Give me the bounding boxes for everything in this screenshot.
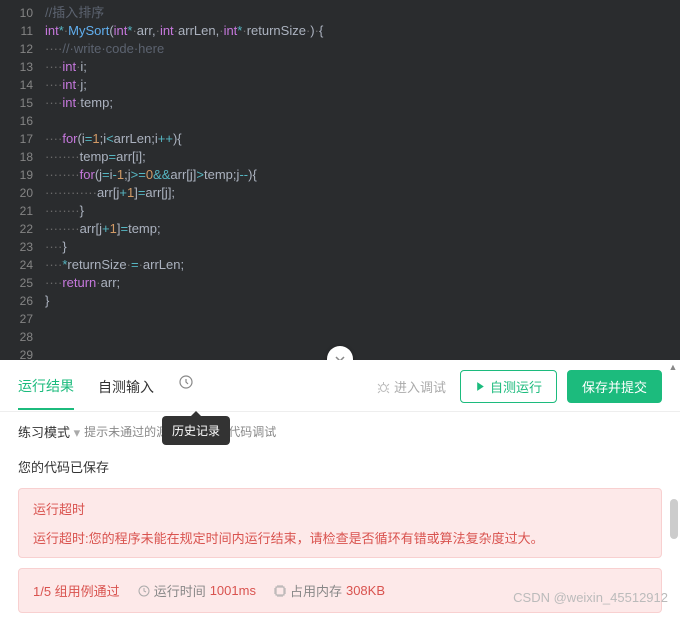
code-line[interactable]: 27 bbox=[0, 310, 680, 328]
line-number: 28 bbox=[0, 328, 45, 346]
saved-message: 您的代码已保存 bbox=[0, 451, 680, 488]
line-number: 23 bbox=[0, 238, 45, 256]
error-panel: 运行超时 运行超时:您的程序未能在规定时间内运行结束，请检查是否循环有错或算法复… bbox=[18, 488, 662, 558]
line-number: 20 bbox=[0, 184, 45, 202]
code-line[interactable]: 21········} bbox=[0, 202, 680, 220]
line-code[interactable]: ········} bbox=[45, 202, 84, 220]
line-code[interactable]: ········temp=arr[i]; bbox=[45, 148, 146, 166]
pass-rate: 1/5 组用例通过 bbox=[33, 581, 120, 600]
line-code[interactable]: ········for(j=i-1;j>=0&&arr[j]>temp;j--)… bbox=[45, 166, 257, 184]
chevron-down-icon bbox=[334, 353, 346, 360]
code-line[interactable]: 13····int·i; bbox=[0, 58, 680, 76]
line-code[interactable]: ····for(i=1;i<arrLen;i++){ bbox=[45, 130, 182, 148]
selftest-run-button[interactable]: 自测运行 bbox=[460, 370, 557, 403]
clock-icon bbox=[138, 585, 150, 597]
line-code[interactable]: ····} bbox=[45, 238, 67, 256]
enter-debug-link[interactable]: 进入调试 bbox=[377, 377, 446, 396]
line-code[interactable]: int*·MySort(int*·arr,·int·arrLen,·int*·r… bbox=[45, 22, 323, 40]
memory-stat: 占用内存 308KB bbox=[274, 581, 385, 600]
line-number: 15 bbox=[0, 94, 45, 112]
line-code[interactable]: ····return·arr; bbox=[45, 274, 120, 292]
tab-result[interactable]: 运行结果 bbox=[18, 372, 74, 410]
line-code[interactable]: ····int·i; bbox=[45, 58, 87, 76]
code-line[interactable]: 20············arr[j+1]=arr[j]; bbox=[0, 184, 680, 202]
line-number: 25 bbox=[0, 274, 45, 292]
line-number: 18 bbox=[0, 148, 45, 166]
memory-icon bbox=[274, 585, 286, 597]
code-line[interactable]: 17····for(i=1;i<arrLen;i++){ bbox=[0, 130, 680, 148]
line-number: 11 bbox=[0, 22, 45, 40]
code-line[interactable]: 16 bbox=[0, 112, 680, 130]
line-number: 21 bbox=[0, 202, 45, 220]
code-line[interactable]: 22········arr[j+1]=temp; bbox=[0, 220, 680, 238]
line-number: 24 bbox=[0, 256, 45, 274]
line-code[interactable]: } bbox=[45, 292, 49, 310]
line-number: 26 bbox=[0, 292, 45, 310]
history-tooltip: 历史记录 bbox=[162, 416, 230, 445]
line-number: 22 bbox=[0, 220, 45, 238]
line-number: 12 bbox=[0, 40, 45, 58]
code-line[interactable]: 26} bbox=[0, 292, 680, 310]
line-code[interactable]: ············arr[j+1]=arr[j]; bbox=[45, 184, 175, 202]
tab-bar: 运行结果 自测输入 进入调试 自测运行 保存并提交 bbox=[0, 360, 680, 412]
code-line[interactable]: 11int*·MySort(int*·arr,·int·arrLen,·int*… bbox=[0, 22, 680, 40]
code-line[interactable]: 28 bbox=[0, 328, 680, 346]
line-code[interactable]: ····int·j; bbox=[45, 76, 87, 94]
line-number: 17 bbox=[0, 130, 45, 148]
code-line[interactable]: 14····int·j; bbox=[0, 76, 680, 94]
line-number: 29 bbox=[0, 346, 45, 360]
line-number: 27 bbox=[0, 310, 45, 328]
code-line[interactable]: 12····//·write·code·here bbox=[0, 40, 680, 58]
scrollbar-thumb[interactable] bbox=[670, 499, 678, 539]
code-line[interactable]: 15····int·temp; bbox=[0, 94, 680, 112]
watermark: CSDN @weixin_45512912 bbox=[513, 590, 668, 605]
line-number: 14 bbox=[0, 76, 45, 94]
play-icon bbox=[475, 381, 486, 392]
error-message: 运行超时:您的程序未能在规定时间内运行结束，请检查是否循环有错或算法复杂度过大。 bbox=[33, 528, 647, 547]
code-line[interactable]: 25····return·arr; bbox=[0, 274, 680, 292]
runtime-stat: 运行时间 1001ms bbox=[138, 581, 256, 600]
code-editor[interactable]: 10//插入排序11int*·MySort(int*·arr,·int·arrL… bbox=[0, 0, 680, 360]
line-code[interactable]: ····int·temp; bbox=[45, 94, 113, 112]
tab-selftest-input[interactable]: 自测输入 bbox=[98, 373, 154, 409]
line-code[interactable]: ····//·write·code·here bbox=[45, 40, 164, 58]
code-line[interactable]: 18········temp=arr[i]; bbox=[0, 148, 680, 166]
code-line[interactable]: 24····*returnSize·=·arrLen; bbox=[0, 256, 680, 274]
practice-mode-label[interactable]: 练习模式 ▾ bbox=[18, 422, 80, 441]
error-title: 运行超时 bbox=[33, 499, 647, 518]
line-code[interactable]: //插入排序 bbox=[45, 4, 104, 22]
scroll-up-arrow[interactable]: ▲ bbox=[668, 362, 678, 372]
code-line[interactable]: 23····} bbox=[0, 238, 680, 256]
history-icon[interactable] bbox=[178, 374, 194, 407]
line-number: 13 bbox=[0, 58, 45, 76]
save-submit-button[interactable]: 保存并提交 bbox=[567, 370, 662, 403]
line-code[interactable]: ········arr[j+1]=temp; bbox=[45, 220, 161, 238]
result-panel: ▲ 运行结果 自测输入 进入调试 自测运行 保存并提交 练习模式 ▾ 提示未通过… bbox=[0, 360, 680, 613]
line-number: 19 bbox=[0, 166, 45, 184]
line-number: 16 bbox=[0, 112, 45, 130]
code-line[interactable]: 10//插入排序 bbox=[0, 4, 680, 22]
line-code[interactable]: ····*returnSize·=·arrLen; bbox=[45, 256, 184, 274]
bug-icon bbox=[377, 381, 390, 394]
line-number: 10 bbox=[0, 4, 45, 22]
code-line[interactable]: 19········for(j=i-1;j>=0&&arr[j]>temp;j-… bbox=[0, 166, 680, 184]
